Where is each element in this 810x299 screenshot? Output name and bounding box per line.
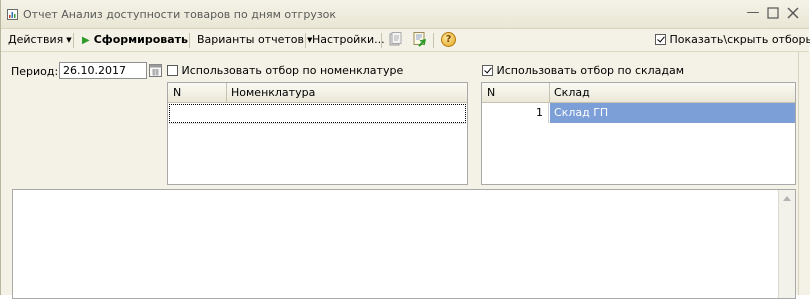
warehouse-filter-checkbox[interactable] <box>482 65 493 76</box>
title-bar: Отчет Анализ доступности товаров по дням… <box>1 0 809 29</box>
minimize-icon[interactable]: — <box>746 6 760 20</box>
chevron-down-icon: ▼ <box>66 36 72 44</box>
generate-button[interactable]: ▶ Сформировать <box>82 33 188 46</box>
report-icon <box>7 9 18 20</box>
row-divider <box>169 123 466 124</box>
nomenclature-filter-toggle[interactable]: Использовать отбор по номенклатуре <box>167 64 403 77</box>
show-filters-checkbox[interactable] <box>655 34 666 45</box>
scroll-up-icon[interactable] <box>783 196 791 201</box>
toolbar-divider <box>189 33 190 48</box>
maximize-icon[interactable] <box>766 6 780 20</box>
toolbar-divider <box>381 33 382 48</box>
table-header: N Склад <box>482 83 795 103</box>
nomenclature-table[interactable]: N Номенклатура <box>167 82 468 185</box>
window-title: Отчет Анализ доступности товаров по дням… <box>23 8 337 21</box>
toolbar-divider <box>433 33 434 48</box>
nomenclature-filter-checkbox[interactable] <box>167 65 178 76</box>
column-divider <box>226 83 227 102</box>
toolbar-divider <box>305 33 306 48</box>
period-label: Период: <box>11 65 59 78</box>
toolbar: Действия ▼ ▶ Сформировать Варианты отчетов… <box>1 29 810 52</box>
actions-menu-button[interactable]: Действия ▼ <box>8 33 72 46</box>
warehouse-table[interactable]: N Склад 1 Склад ГП <box>481 82 796 185</box>
warehouse-filter-toggle[interactable]: Использовать отбор по складам <box>482 64 684 77</box>
warehouse-name: Склад ГП <box>554 106 609 119</box>
column-header-nomenclature[interactable]: Номенклатура <box>231 86 315 99</box>
report-variants-button[interactable]: Варианты отчетов ▼ <box>197 33 312 46</box>
period-date-input[interactable]: 26.10.2017 <box>59 62 147 79</box>
column-header-warehouse[interactable]: Склад <box>554 86 590 99</box>
report-window: Отчет Анализ доступности товаров по дням… <box>0 0 810 299</box>
help-icon[interactable]: ? <box>441 32 456 47</box>
table-header: N Номенклатура <box>168 83 467 103</box>
restore-settings-icon[interactable] <box>412 32 426 47</box>
save-settings-icon[interactable] <box>389 32 403 47</box>
vertical-scrollbar[interactable] <box>778 190 795 298</box>
column-header-n[interactable]: N <box>173 86 181 99</box>
toolbar-divider <box>73 33 74 48</box>
table-row-current[interactable] <box>169 104 466 123</box>
play-icon: ▶ <box>82 35 90 46</box>
row-number: 1 <box>536 106 543 119</box>
show-filters-toggle[interactable]: Показать\скрыть отборы <box>655 33 810 46</box>
column-divider <box>549 83 550 102</box>
close-icon[interactable] <box>786 6 800 20</box>
column-header-n[interactable]: N <box>487 86 495 99</box>
window-right-edge <box>798 52 810 295</box>
settings-button[interactable]: Настройки... <box>312 33 385 46</box>
table-row[interactable]: 1 Склад ГП <box>482 103 795 123</box>
report-result-area[interactable] <box>12 189 796 299</box>
calendar-icon[interactable] <box>149 63 162 78</box>
